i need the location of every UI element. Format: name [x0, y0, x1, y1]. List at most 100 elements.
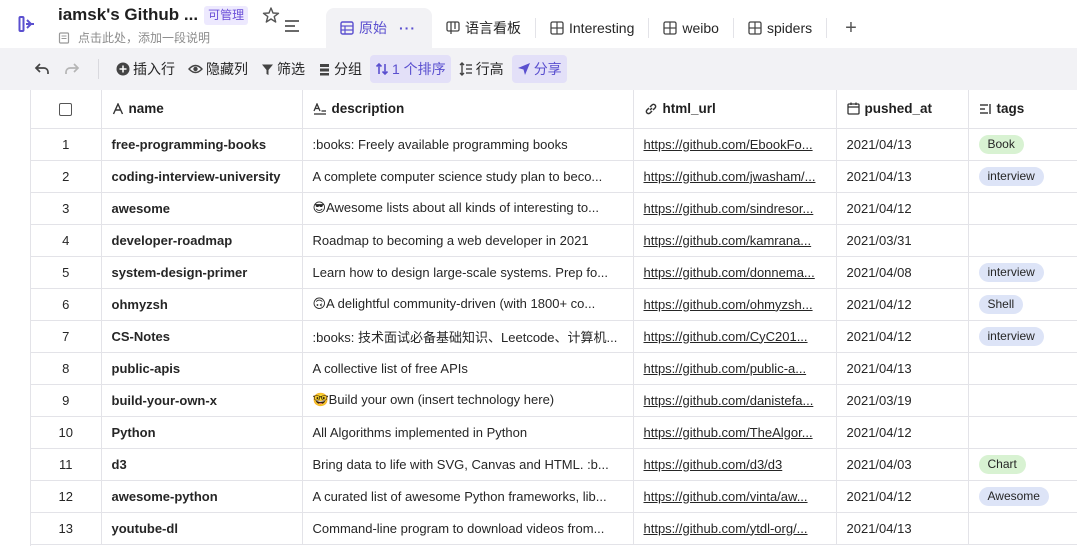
- column-header-html-url[interactable]: html_url: [633, 90, 837, 129]
- tab-interesting[interactable]: Interesting: [536, 8, 648, 48]
- pushed-at-cell[interactable]: 2021/04/12: [836, 192, 969, 225]
- row-number[interactable]: 12: [31, 480, 102, 513]
- html-url-cell[interactable]: https://github.com/ytdl-org/...: [633, 512, 837, 545]
- tags-cell[interactable]: interview: [968, 160, 1077, 193]
- tags-cell[interactable]: [968, 192, 1077, 225]
- name-cell[interactable]: developer-roadmap: [101, 224, 303, 257]
- description-cell[interactable]: 🤓Build your own (insert technology here): [302, 384, 634, 417]
- name-cell[interactable]: public-apis: [101, 352, 303, 385]
- table-row[interactable]: 2 coding-interview-university A complete c…: [31, 160, 1077, 193]
- name-cell[interactable]: awesome-python: [101, 480, 303, 513]
- row-number[interactable]: 6: [31, 288, 102, 321]
- tags-cell[interactable]: Book: [968, 128, 1077, 161]
- row-number[interactable]: 11: [31, 448, 102, 481]
- html-url-cell[interactable]: https://github.com/d3/d3: [633, 448, 837, 481]
- share-button[interactable]: 分享: [511, 55, 567, 83]
- row-height-button[interactable]: 行高: [454, 55, 509, 83]
- html-url-cell[interactable]: https://github.com/TheAlgor...: [633, 416, 837, 449]
- html-url-cell[interactable]: https://github.com/ohmyzsh...: [633, 288, 837, 321]
- row-number[interactable]: 10: [31, 416, 102, 449]
- description-cell[interactable]: 🙃A delightful community-driven (with 180…: [302, 288, 634, 321]
- row-number[interactable]: 7: [31, 320, 102, 353]
- table-row[interactable]: 9 build-your-own-x 🤓Build your own (insert…: [31, 384, 1077, 417]
- table-row[interactable]: 11 d3 Bring data to life with SVG, Canvas …: [31, 448, 1077, 481]
- row-number[interactable]: 3: [31, 192, 102, 225]
- tags-cell[interactable]: Awesome: [968, 480, 1077, 513]
- table-row[interactable]: 12 awesome-python A curated list of awesom…: [31, 480, 1077, 513]
- name-cell[interactable]: coding-interview-university: [101, 160, 303, 193]
- redo-icon[interactable]: [60, 57, 84, 81]
- pushed-at-cell[interactable]: 2021/04/13: [836, 128, 969, 161]
- table-row[interactable]: 4 developer-roadmap Roadmap to becoming a …: [31, 224, 1077, 257]
- row-number[interactable]: 4: [31, 224, 102, 257]
- name-cell[interactable]: d3: [101, 448, 303, 481]
- tags-cell[interactable]: [968, 512, 1077, 545]
- description-cell[interactable]: :books: 技术面试必备基础知识、Leetcode、计算机...: [302, 320, 634, 353]
- description-cell[interactable]: Learn how to design large-scale systems.…: [302, 256, 634, 289]
- description-cell[interactable]: Roadmap to becoming a web developer in 2…: [302, 224, 634, 257]
- html-url-cell[interactable]: https://github.com/public-a...: [633, 352, 837, 385]
- pushed-at-cell[interactable]: 2021/04/08: [836, 256, 969, 289]
- tags-cell[interactable]: [968, 352, 1077, 385]
- column-header-pushed-at[interactable]: pushed_at: [836, 90, 969, 129]
- name-cell[interactable]: system-design-primer: [101, 256, 303, 289]
- row-number[interactable]: 8: [31, 352, 102, 385]
- name-cell[interactable]: youtube-dl: [101, 512, 303, 545]
- html-url-cell[interactable]: https://github.com/donnema...: [633, 256, 837, 289]
- pushed-at-cell[interactable]: 2021/04/13: [836, 512, 969, 545]
- tags-cell[interactable]: [968, 416, 1077, 449]
- table-row[interactable]: 8 public-apis A collective list of free AP…: [31, 352, 1077, 385]
- name-cell[interactable]: CS-Notes: [101, 320, 303, 353]
- select-all-checkbox[interactable]: [31, 90, 102, 129]
- table-row[interactable]: 13 youtube-dl Command-line program to down…: [31, 512, 1077, 545]
- row-number[interactable]: 9: [31, 384, 102, 417]
- pushed-at-cell[interactable]: 2021/04/03: [836, 448, 969, 481]
- tab-original[interactable]: 原始 ···: [326, 8, 432, 48]
- row-number[interactable]: 2: [31, 160, 102, 193]
- more-icon[interactable]: ···: [399, 20, 416, 36]
- column-header-description[interactable]: description: [302, 90, 634, 129]
- pushed-at-cell[interactable]: 2021/04/13: [836, 160, 969, 193]
- description-cell[interactable]: Command-line program to download videos …: [302, 512, 634, 545]
- description-cell[interactable]: A curated list of awesome Python framewo…: [302, 480, 634, 513]
- star-icon[interactable]: [262, 6, 280, 24]
- pushed-at-cell[interactable]: 2021/04/12: [836, 320, 969, 353]
- group-button[interactable]: 分组: [313, 55, 367, 83]
- description-cell[interactable]: :books: Freely available programming boo…: [302, 128, 634, 161]
- tags-cell[interactable]: [968, 384, 1077, 417]
- hide-columns-button[interactable]: 隐藏列: [183, 55, 253, 83]
- html-url-cell[interactable]: https://github.com/CyC201...: [633, 320, 837, 353]
- row-number[interactable]: 1: [31, 128, 102, 161]
- pushed-at-cell[interactable]: 2021/03/19: [836, 384, 969, 417]
- undo-icon[interactable]: [30, 57, 54, 81]
- pushed-at-cell[interactable]: 2021/04/12: [836, 416, 969, 449]
- table-row[interactable]: 6 ohmyzsh 🙃A delightful community-driven (…: [31, 288, 1077, 321]
- html-url-cell[interactable]: https://github.com/jwasham/...: [633, 160, 837, 193]
- name-cell[interactable]: awesome: [101, 192, 303, 225]
- html-url-cell[interactable]: https://github.com/kamrana...: [633, 224, 837, 257]
- name-cell[interactable]: free-programming-books: [101, 128, 303, 161]
- pushed-at-cell[interactable]: 2021/04/12: [836, 480, 969, 513]
- add-view-button[interactable]: +: [827, 8, 875, 48]
- tags-cell[interactable]: interview: [968, 320, 1077, 353]
- tab-spiders[interactable]: spiders: [734, 8, 826, 48]
- html-url-cell[interactable]: https://github.com/vinta/aw...: [633, 480, 837, 513]
- tab-weibo[interactable]: weibo: [649, 8, 733, 48]
- description-cell[interactable]: 😎Awesome lists about all kinds of intere…: [302, 192, 634, 225]
- html-url-cell[interactable]: https://github.com/sindresor...: [633, 192, 837, 225]
- name-cell[interactable]: Python: [101, 416, 303, 449]
- tags-cell[interactable]: [968, 224, 1077, 257]
- pushed-at-cell[interactable]: 2021/03/31: [836, 224, 969, 257]
- table-row[interactable]: 3 awesome 😎Awesome lists about all kinds o…: [31, 192, 1077, 225]
- html-url-cell[interactable]: https://github.com/EbookFo...: [633, 128, 837, 161]
- html-url-cell[interactable]: https://github.com/danistefa...: [633, 384, 837, 417]
- tab-language-kanban[interactable]: 语言看板: [432, 8, 535, 48]
- pushed-at-cell[interactable]: 2021/04/12: [836, 288, 969, 321]
- tags-cell[interactable]: Chart: [968, 448, 1077, 481]
- column-header-name[interactable]: name: [101, 90, 303, 129]
- filter-button[interactable]: 筛选: [256, 55, 310, 83]
- pushed-at-cell[interactable]: 2021/04/13: [836, 352, 969, 385]
- description-cell[interactable]: Bring data to life with SVG, Canvas and …: [302, 448, 634, 481]
- column-header-tags[interactable]: tags: [968, 90, 1077, 129]
- description-cell[interactable]: All Algorithms implemented in Python: [302, 416, 634, 449]
